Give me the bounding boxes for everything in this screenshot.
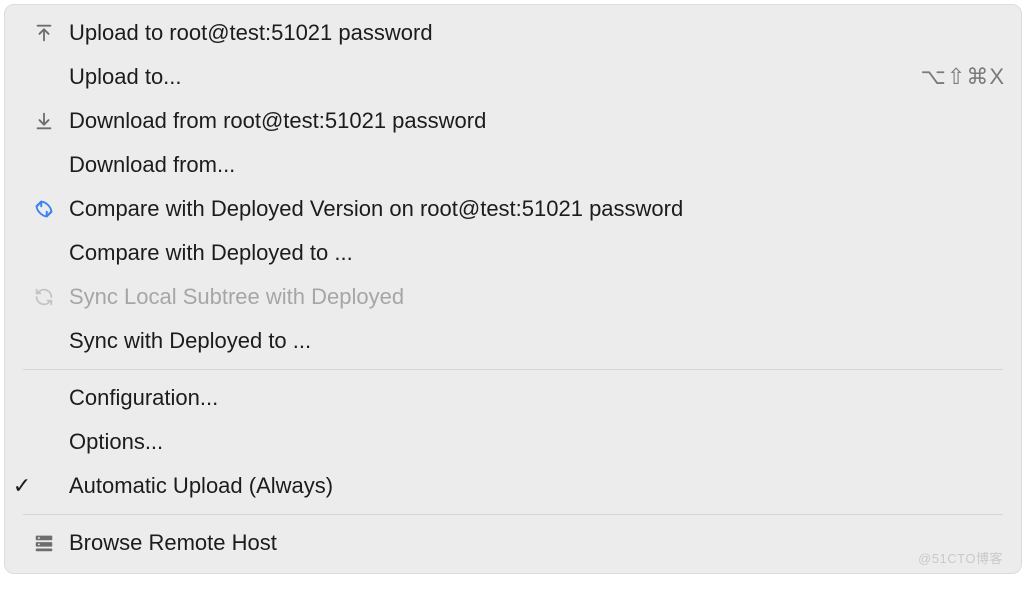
menu-item-sync-local-subtree: Sync Local Subtree with Deployed — [5, 275, 1021, 319]
download-icon — [33, 110, 69, 132]
menu-item-label: Upload to... — [69, 64, 921, 90]
menu-item-label: Browse Remote Host — [69, 530, 1005, 556]
menu-separator — [23, 369, 1003, 370]
menu-item-automatic-upload[interactable]: ✓ Automatic Upload (Always) — [5, 464, 1021, 508]
watermark: @51CTO博客 — [918, 548, 1003, 567]
menu-item-label: Download from... — [69, 152, 1005, 178]
compare-icon — [33, 198, 69, 220]
server-icon — [33, 532, 69, 554]
menu-item-browse-remote-host[interactable]: Browse Remote Host — [5, 521, 1021, 565]
menu-item-options[interactable]: Options... — [5, 420, 1021, 464]
menu-item-upload-to-target[interactable]: Upload to root@test:51021 password — [5, 11, 1021, 55]
upload-icon — [33, 22, 69, 44]
menu-item-label: Download from root@test:51021 password — [69, 108, 1005, 134]
menu-item-label: Sync with Deployed to ... — [69, 328, 1005, 354]
menu-item-download-from[interactable]: Download from... — [5, 143, 1021, 187]
menu-item-label: Sync Local Subtree with Deployed — [69, 284, 1005, 310]
menu-item-download-from-target[interactable]: Download from root@test:51021 password — [5, 99, 1021, 143]
sync-icon — [33, 286, 69, 308]
menu-item-upload-to[interactable]: Upload to... ⌥⇧⌘X — [5, 55, 1021, 99]
menu-item-compare-deployed-target[interactable]: Compare with Deployed Version on root@te… — [5, 187, 1021, 231]
menu-item-label: Upload to root@test:51021 password — [69, 20, 1005, 46]
menu-item-label: Options... — [69, 429, 1005, 455]
menu-item-sync-deployed-to[interactable]: Sync with Deployed to ... — [5, 319, 1021, 363]
menu-item-label: Compare with Deployed to ... — [69, 240, 1005, 266]
menu-item-configuration[interactable]: Configuration... — [5, 376, 1021, 420]
menu-item-label: Configuration... — [69, 385, 1005, 411]
deployment-context-menu: Upload to root@test:51021 password Uploa… — [4, 4, 1022, 574]
check-icon: ✓ — [17, 473, 27, 499]
menu-item-label: Compare with Deployed Version on root@te… — [69, 196, 1005, 222]
menu-separator — [23, 514, 1003, 515]
menu-item-shortcut: ⌥⇧⌘X — [921, 64, 1005, 90]
menu-item-compare-deployed-to[interactable]: Compare with Deployed to ... — [5, 231, 1021, 275]
menu-item-label: Automatic Upload (Always) — [69, 473, 1005, 499]
